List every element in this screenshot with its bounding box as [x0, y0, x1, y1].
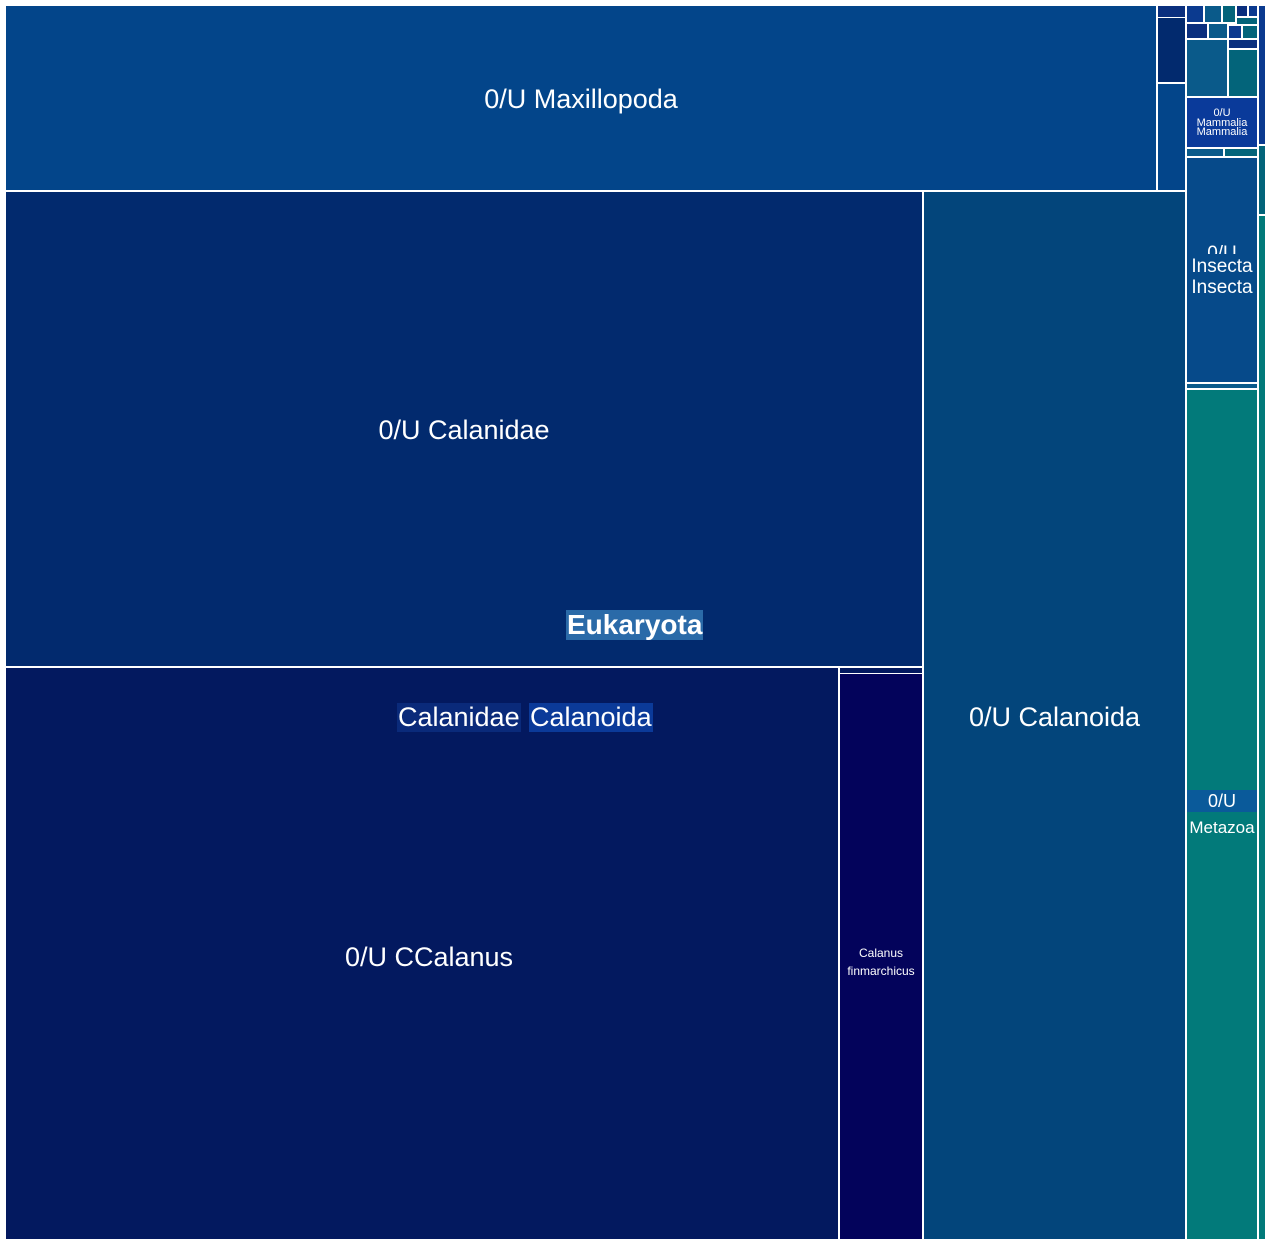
tile-small-6[interactable]	[1236, 17, 1258, 25]
tile-mammalia[interactable]: 0/U Mammalia Mammalia	[1186, 97, 1258, 148]
tile-small-1[interactable]	[1186, 5, 1204, 23]
tile-metazoa[interactable]: 0/U Metazoa	[1186, 389, 1258, 1240]
tile-calanus-finmarchicus[interactable]: Calanus finmarchicus	[839, 673, 923, 1240]
tile-mammalia-small-1[interactable]	[1186, 148, 1224, 157]
tile-small-4[interactable]	[1236, 5, 1248, 17]
tile-calanus[interactable]: 0/U CCalanus	[5, 667, 839, 1240]
tile-right-strip-2[interactable]	[1258, 145, 1266, 215]
tile-calanidae[interactable]: 0/U Calanidae	[5, 191, 923, 667]
tile-label-calanus: 0/U CCalanus	[344, 942, 514, 972]
tile-maxillopoda[interactable]: 0/U Maxillopoda	[5, 5, 1157, 191]
tile-small-5[interactable]	[1248, 5, 1258, 17]
tile-small-3[interactable]	[1222, 5, 1236, 23]
tile-small-11[interactable]	[1228, 39, 1258, 49]
tile-label-finmarchicus: Calanus finmarchicus	[847, 946, 915, 978]
tile-label-calanoida: 0/U Calanoida	[968, 702, 1141, 732]
tile-label-metazoa-2: Metazoa	[1189, 818, 1255, 837]
overlay-label-calanidae: Calanidae	[397, 702, 521, 732]
tile-small-7[interactable]	[1186, 23, 1208, 39]
tile-small-2[interactable]	[1204, 5, 1222, 23]
overlay-label-calanoida: Calanoida	[529, 702, 653, 732]
tile-mammalia-small-2[interactable]	[1224, 148, 1258, 157]
tile-calanoida[interactable]: 0/U Calanoida	[923, 191, 1186, 1240]
tile-label-insecta-3: Insecta	[1191, 277, 1253, 298]
tile-right-strip-3[interactable]	[1258, 215, 1266, 1240]
tile-label-maxillopoda: 0/U Maxillopoda	[484, 84, 678, 114]
treemap-chart: 0/U Maxillopoda 0/U Calanidae 0/U CCalan…	[0, 0, 1266, 1240]
tile-small-12[interactable]	[1186, 39, 1228, 97]
tile-label-insecta-2: Insecta	[1191, 256, 1253, 277]
tile-small-10[interactable]	[1242, 25, 1258, 39]
tile-small-9[interactable]	[1228, 25, 1242, 39]
tile-right-strip-1[interactable]	[1258, 5, 1266, 145]
tile-maxillopoda-small-3[interactable]	[1157, 83, 1186, 191]
tile-small-13[interactable]	[1228, 49, 1258, 97]
tile-label-insecta-1: 0/U	[1187, 244, 1257, 254]
tile-label-calanidae: 0/U Calanidae	[378, 415, 550, 445]
tile-maxillopoda-small-2[interactable]	[1157, 17, 1186, 83]
tile-insecta[interactable]: 0/U Insecta Insecta	[1186, 157, 1258, 383]
tile-label-mammalia-3: Mammalia	[1196, 126, 1248, 138]
overlay-label-eukaryota: Eukaryota	[566, 609, 704, 640]
tile-label-metazoa-1: 0/U	[1187, 790, 1257, 812]
tile-small-8[interactable]	[1208, 23, 1228, 39]
